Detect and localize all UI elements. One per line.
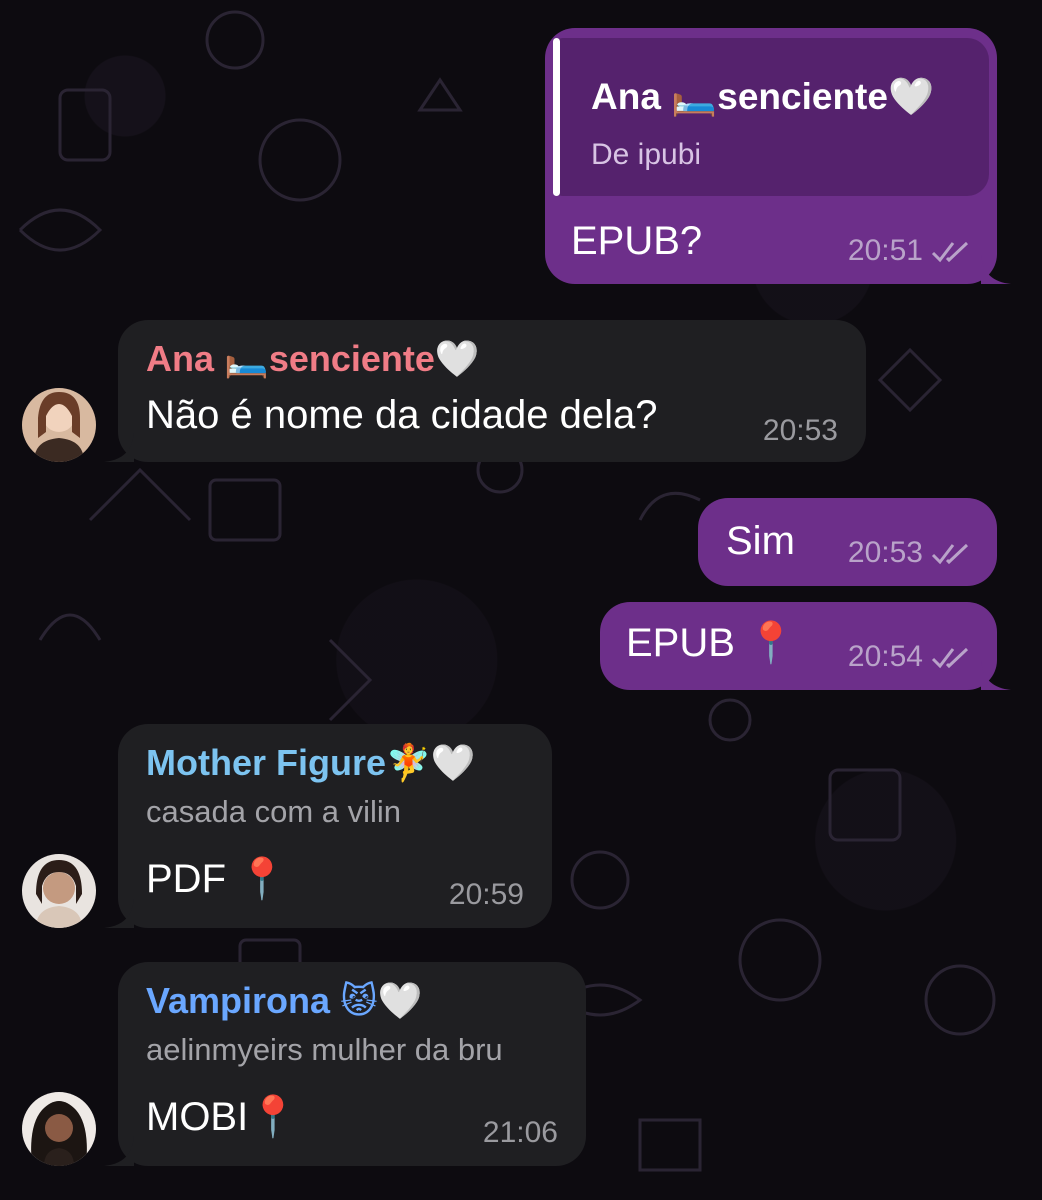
message-bubble-incoming[interactable]: Ana 🛏️senciente🤍 Não é nome da cidade de… xyxy=(104,320,866,462)
sender-name[interactable]: Ana 🛏️senciente🤍 xyxy=(146,338,480,380)
user-avatar-vampirona[interactable] xyxy=(22,1092,96,1166)
double-check-icon xyxy=(931,241,969,263)
reply-subtitle: De ipubi xyxy=(591,138,702,171)
bubble-tail xyxy=(104,898,134,928)
sender-subtitle: aelinmyeirs mulher da bru xyxy=(146,1032,503,1067)
double-check-icon xyxy=(931,543,969,565)
reply-sender-name: Ana 🛏️senciente🤍 xyxy=(591,76,935,117)
bubble-tail xyxy=(104,1136,134,1166)
chat-view[interactable]: Ana 🛏️senciente🤍 De ipubi EPUB? 20:51 An… xyxy=(0,0,1042,1200)
message-time: 20:53 xyxy=(848,536,971,570)
message-bubble-incoming[interactable]: Mother Figure🧚🤍 casada com a vilin PDF 📍… xyxy=(104,724,552,928)
message-bubble-outgoing[interactable]: Ana 🛏️senciente🤍 De ipubi EPUB? 20:51 xyxy=(545,28,1011,284)
time-label: 20:54 xyxy=(847,640,923,673)
message-time: 20:51 xyxy=(848,234,971,268)
user-avatar-ana[interactable] xyxy=(22,388,96,462)
reply-accent-bar xyxy=(553,38,560,196)
time-label: 20:51 xyxy=(847,234,923,267)
sender-name[interactable]: Vampirona 😾🤍 xyxy=(146,980,422,1022)
message-text: PDF 📍 xyxy=(146,857,287,901)
avatar-photo xyxy=(22,854,96,928)
avatar-photo xyxy=(22,1092,96,1166)
sender-name[interactable]: Mother Figure🧚🤍 xyxy=(146,742,476,784)
reply-preview[interactable]: Ana 🛏️senciente🤍 De ipubi xyxy=(553,38,989,196)
message-bubble-outgoing[interactable]: Sim 20:53 xyxy=(698,498,997,586)
time-label: 20:53 xyxy=(847,536,923,569)
bubble-tail xyxy=(981,660,1011,690)
message-bubble-incoming[interactable]: Vampirona 😾🤍 aelinmyeirs mulher da bru M… xyxy=(104,962,586,1166)
message-time: 20:59 xyxy=(448,878,524,911)
message-text: MOBI📍 xyxy=(146,1095,299,1139)
message-time: 21:06 xyxy=(482,1116,558,1149)
message-time: 20:54 xyxy=(848,640,971,674)
message-text: EPUB 📍 xyxy=(626,621,796,665)
sender-subtitle: casada com a vilin xyxy=(146,794,402,829)
message-text: Não é nome da cidade dela? xyxy=(146,393,658,437)
message-text: Sim xyxy=(726,519,795,563)
message-bubble-outgoing[interactable]: EPUB 📍 20:54 xyxy=(600,602,1011,690)
double-check-icon xyxy=(931,647,969,669)
bubble-tail xyxy=(981,254,1011,284)
message-time: 20:53 xyxy=(762,414,838,447)
message-text: EPUB? xyxy=(571,219,703,263)
avatar-photo xyxy=(22,388,96,462)
user-avatar-mother-figure[interactable] xyxy=(22,854,96,928)
bubble-tail xyxy=(104,432,134,462)
